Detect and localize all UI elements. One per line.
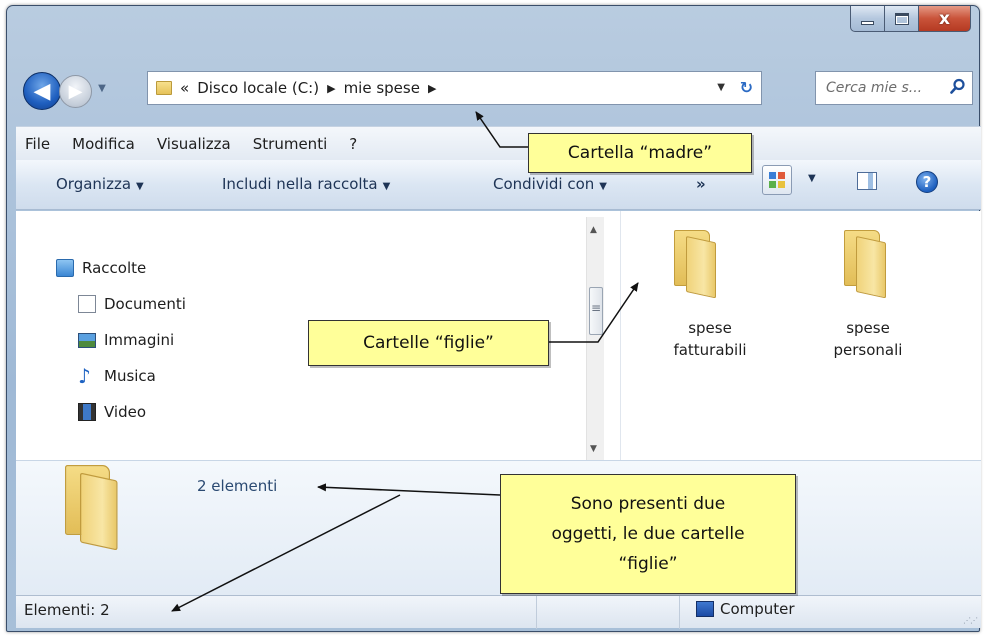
breadcrumb-overflow[interactable]: « [180,79,189,97]
libraries-icon [56,259,74,277]
nav-item-label: Immagini [104,331,175,349]
more-commands-button[interactable]: » [696,175,706,193]
video-icon [78,403,96,421]
command-bar: Organizza ▼ Includi nella raccolta ▼ Condi… [16,160,981,210]
address-dropdown-icon[interactable]: ▼ [717,82,725,93]
view-tile-icon [769,172,776,179]
picture-icon [78,332,96,348]
preview-pane-icon[interactable] [857,172,877,190]
folder-label-line2: fatturabili [673,341,747,359]
search-placeholder: Cerca mie s... [826,80,923,96]
organize-button[interactable]: Organizza ▼ [56,175,144,193]
arrow-right-icon: ▶ [68,81,83,102]
callout-line: Sono presenti due [570,494,726,514]
scroll-down-icon[interactable]: ▼ [590,444,597,454]
breadcrumb-mie-spese[interactable]: mie spese [344,79,420,97]
menu-visualizza[interactable]: Visualizza [157,135,231,153]
folder-spese-fatturabili[interactable]: spese fatturabili [660,317,760,361]
folder-icon[interactable] [670,230,722,299]
folder-label-line1: spese [688,319,732,337]
document-icon [78,295,96,313]
chevron-down-icon: ▼ [599,181,607,192]
item-count: 2 elementi [197,477,278,495]
callout-parent-folder: Cartella “madre” [528,133,752,173]
navigation-scrollbar[interactable]: ▲ ▼ [586,217,604,460]
view-tile-icon [778,172,785,179]
folder-label-line1: spese [846,319,890,337]
callout-line: oggetti, le due cartelle [551,524,745,544]
include-label: Includi nella raccolta [222,175,378,193]
nav-item-musica[interactable]: ♪ Musica [78,364,156,388]
organize-label: Organizza [56,175,132,193]
minimize-button[interactable] [850,6,885,32]
arrow-left-icon: ◀ [33,78,51,104]
status-location-label: Computer [720,600,795,618]
nav-item-immagini[interactable]: Immagini [78,331,174,349]
nav-item-video[interactable]: Video [78,403,146,421]
caption-buttons: x [850,6,971,32]
recent-pages-dropdown[interactable]: ▼ [95,83,109,99]
close-button[interactable]: x [919,6,971,32]
share-label: Condividi con [493,175,595,193]
maximize-button[interactable] [885,6,919,32]
callout-two-objects: Sono presenti due oggetti, le due cartel… [500,474,796,594]
scroll-up-icon[interactable]: ▲ [590,225,597,235]
nav-item-label: Musica [104,367,156,385]
status-divider [679,596,680,629]
search-input[interactable]: Cerca mie s... [815,71,973,105]
search-icon[interactable] [950,78,966,94]
nav-item-label: Documenti [104,295,186,313]
include-in-library-button[interactable]: Includi nella raccolta ▼ [222,175,390,193]
menu-help[interactable]: ? [349,135,357,153]
music-icon: ♪ [78,364,91,388]
resize-grip-icon[interactable]: ⋰⋰ [963,616,978,625]
nav-item-documenti[interactable]: Documenti [78,295,186,313]
forward-button[interactable]: ▶ [59,75,92,108]
help-icon[interactable]: ? [916,171,938,193]
status-bar: Elementi: 2 Computer ⋰⋰ [16,595,981,629]
status-location: Computer [696,600,795,618]
breadcrumb: « Disco locale (C:) ▶ mie spese ▶ [180,79,436,97]
back-button[interactable]: ◀ [23,72,61,110]
pane-divider[interactable] [620,211,621,460]
menu-modifica[interactable]: Modifica [72,135,135,153]
folder-icon [156,81,172,95]
nav-item-label: Video [104,403,147,421]
breadcrumb-disco-locale[interactable]: Disco locale (C:) [197,79,319,97]
status-divider [536,596,537,629]
view-tile-icon [778,181,785,188]
details-pane [16,460,981,595]
share-with-button[interactable]: Condividi con ▼ [493,175,607,193]
view-tile-icon [769,181,776,188]
address-bar[interactable]: « Disco locale (C:) ▶ mie spese ▶ ▼ ↻ [147,71,762,105]
scroll-thumb[interactable] [589,287,603,335]
folder-icon [60,465,125,551]
change-view-button[interactable] [762,165,792,195]
view-options-dropdown[interactable]: ▼ [808,173,816,184]
folder-spese-personali[interactable]: spese personali [818,317,918,361]
chevron-right-icon[interactable]: ▶ [327,82,335,95]
close-icon: x [939,8,950,29]
computer-icon [696,601,714,617]
folder-icon[interactable] [840,230,892,299]
menu-strumenti[interactable]: Strumenti [253,135,328,153]
callout-line: “figlie” [618,554,678,574]
refresh-icon[interactable]: ↻ [740,78,753,97]
folder-label-line2: personali [833,341,903,359]
maximize-icon [894,12,909,25]
minimize-icon [861,20,874,25]
chevron-down-icon: ▼ [136,181,144,192]
chevron-down-icon: ▼ [382,181,391,192]
callout-child-folders: Cartelle “figlie” [308,320,549,366]
status-items: Elementi: 2 [24,601,110,619]
chevron-right-icon[interactable]: ▶ [428,82,436,95]
nav-item-label: Raccolte [82,259,147,277]
nav-item-raccolte[interactable]: Raccolte [56,259,146,277]
menu-file[interactable]: File [25,135,50,153]
menu-bar: File Modifica Visualizza Strumenti ? [16,126,981,160]
